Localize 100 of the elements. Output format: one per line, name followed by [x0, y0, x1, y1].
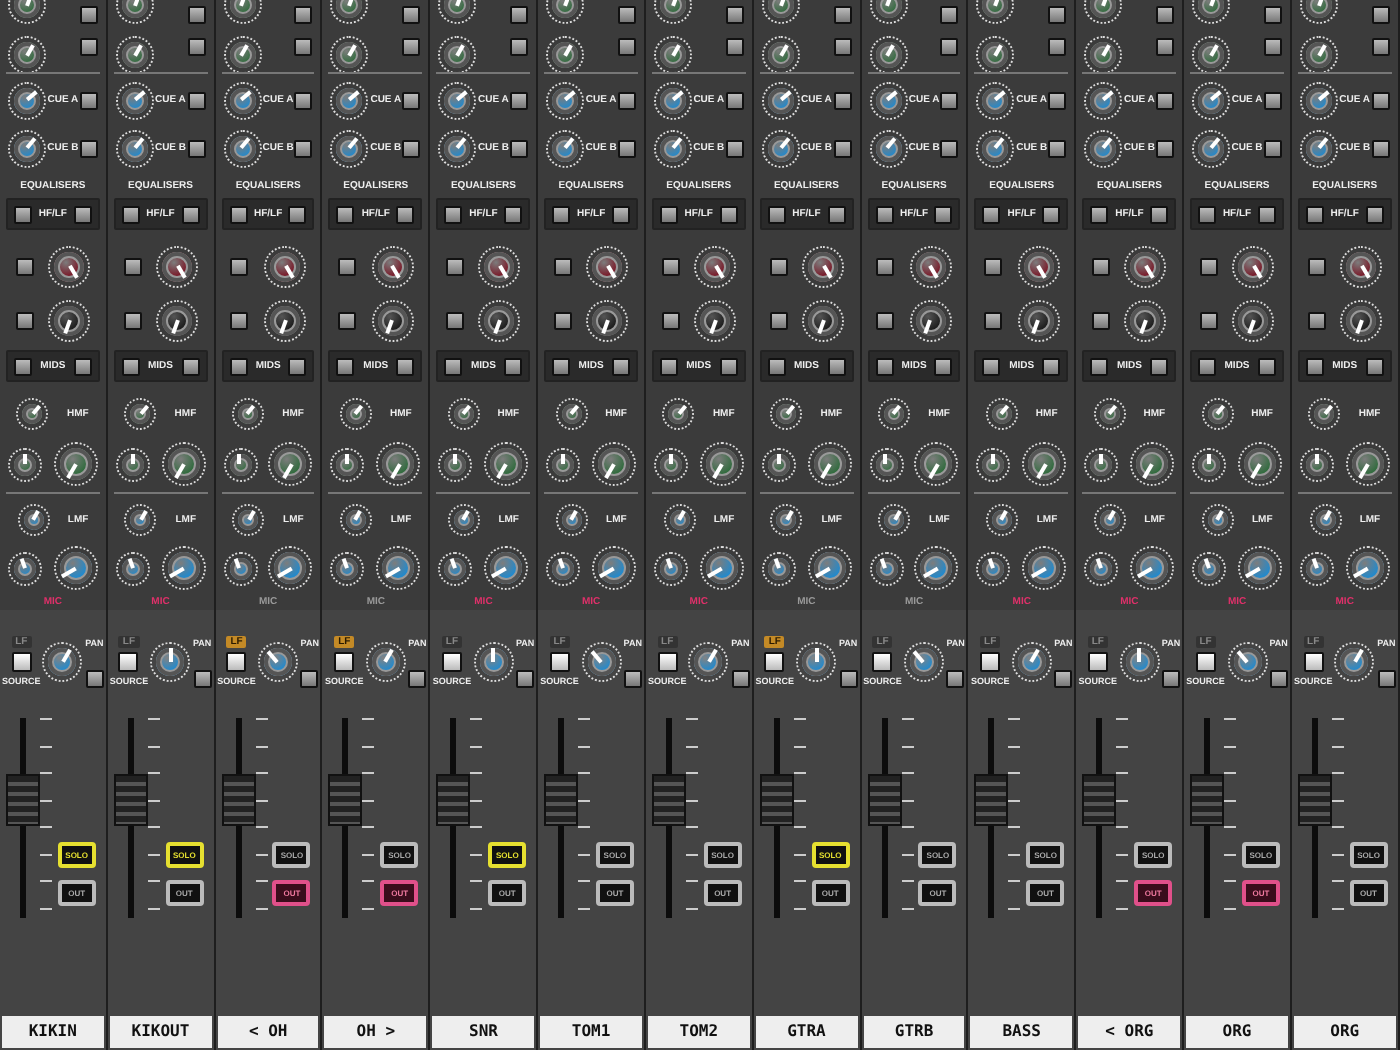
cue-knob[interactable] — [653, 81, 692, 119]
lmf-knob[interactable] — [1309, 504, 1342, 536]
q-knob[interactable] — [761, 551, 796, 585]
square-button[interactable] — [402, 139, 421, 157]
square-button[interactable] — [123, 257, 142, 275]
lmf-knob[interactable] — [878, 504, 911, 536]
q-knob[interactable] — [869, 447, 904, 481]
q-knob[interactable] — [1299, 551, 1334, 585]
hf-knob[interactable] — [586, 245, 629, 287]
lmf-knob[interactable] — [986, 504, 1019, 536]
square-button[interactable] — [1195, 652, 1216, 672]
square-button[interactable] — [504, 357, 523, 375]
q-knob[interactable] — [653, 447, 688, 481]
cue-knob[interactable] — [223, 129, 262, 167]
q-knob[interactable] — [438, 551, 473, 585]
cue-knob[interactable] — [8, 81, 46, 119]
lf-knob[interactable] — [263, 299, 306, 341]
cue-knob[interactable] — [330, 129, 369, 167]
square-button[interactable] — [984, 257, 1003, 275]
cue-knob[interactable] — [438, 129, 477, 167]
square-button[interactable] — [187, 139, 206, 157]
hf-knob[interactable] — [801, 245, 844, 287]
square-button[interactable] — [408, 669, 427, 687]
cue-knob[interactable] — [761, 81, 800, 119]
pan-knob[interactable] — [581, 642, 622, 682]
pan-knob[interactable] — [1011, 642, 1052, 682]
square-button[interactable] — [444, 357, 463, 375]
hf-knob[interactable] — [694, 245, 737, 287]
cue-knob[interactable] — [1299, 129, 1338, 167]
square-button[interactable] — [876, 257, 895, 275]
square-button[interactable] — [1090, 357, 1109, 375]
square-button[interactable] — [1091, 311, 1110, 329]
lmf-knob[interactable] — [124, 504, 157, 536]
square-button[interactable] — [85, 669, 104, 687]
square-button[interactable] — [14, 205, 32, 223]
hmf-knob[interactable] — [662, 398, 695, 430]
fader-cap[interactable] — [651, 774, 686, 827]
square-button[interactable] — [719, 357, 738, 375]
square-button[interactable] — [230, 257, 249, 275]
fader-cap[interactable] — [221, 774, 256, 827]
hmf-knob[interactable] — [339, 398, 372, 430]
square-button[interactable] — [288, 205, 307, 223]
cue-knob[interactable] — [976, 129, 1015, 167]
square-button[interactable] — [300, 669, 319, 687]
gain-knob[interactable] — [591, 546, 636, 590]
square-button[interactable] — [1305, 357, 1324, 375]
square-button[interactable] — [1042, 357, 1061, 375]
cue-knob[interactable] — [330, 81, 369, 119]
q-knob[interactable] — [223, 447, 258, 481]
pan-knob[interactable] — [258, 642, 299, 682]
q-knob[interactable] — [869, 551, 904, 585]
fader-track[interactable] — [436, 718, 471, 918]
fader-cap[interactable] — [436, 774, 471, 827]
square-button[interactable] — [719, 205, 738, 223]
gain-knob[interactable] — [53, 442, 98, 486]
square-button[interactable] — [872, 652, 893, 672]
hmf-knob[interactable] — [878, 398, 911, 430]
square-button[interactable] — [1087, 652, 1108, 672]
square-button[interactable] — [338, 257, 357, 275]
q-knob[interactable] — [653, 551, 688, 585]
hf-knob[interactable] — [478, 245, 521, 287]
square-button[interactable] — [611, 205, 630, 223]
cue-knob[interactable] — [976, 81, 1015, 119]
q-knob[interactable] — [1084, 551, 1119, 585]
gain-knob[interactable] — [699, 546, 744, 590]
square-button[interactable] — [617, 91, 636, 109]
q-knob[interactable] — [1084, 447, 1119, 481]
square-button[interactable] — [1150, 205, 1169, 223]
square-button[interactable] — [876, 311, 895, 329]
square-button[interactable] — [336, 205, 355, 223]
hmf-knob[interactable] — [1093, 398, 1126, 430]
square-button[interactable] — [510, 91, 529, 109]
gain-knob[interactable] — [914, 546, 959, 590]
fader-track[interactable] — [544, 718, 579, 918]
square-button[interactable] — [396, 205, 415, 223]
gain-knob[interactable] — [484, 442, 529, 486]
cue-knob[interactable] — [1299, 81, 1338, 119]
square-button[interactable] — [982, 205, 1001, 223]
square-button[interactable] — [1305, 205, 1324, 223]
gain-knob[interactable] — [914, 442, 959, 486]
square-button[interactable] — [611, 357, 630, 375]
fader-track[interactable] — [651, 718, 686, 918]
square-button[interactable] — [444, 205, 463, 223]
fader-cap[interactable] — [544, 774, 579, 827]
square-button[interactable] — [984, 311, 1003, 329]
cue-knob[interactable] — [115, 129, 154, 167]
square-button[interactable] — [1199, 257, 1218, 275]
gain-knob[interactable] — [268, 442, 313, 486]
lmf-knob[interactable] — [1093, 504, 1126, 536]
lf-knob[interactable] — [48, 299, 91, 341]
lf-knob[interactable] — [1232, 299, 1275, 341]
lf-knob[interactable] — [1340, 299, 1383, 341]
square-button[interactable] — [767, 357, 786, 375]
hf-knob[interactable] — [1340, 245, 1383, 287]
square-button[interactable] — [552, 205, 571, 223]
square-button[interactable] — [875, 205, 894, 223]
square-button[interactable] — [1156, 91, 1175, 109]
gain-knob[interactable] — [1130, 546, 1175, 590]
hmf-knob[interactable] — [447, 398, 480, 430]
square-button[interactable] — [15, 311, 34, 329]
